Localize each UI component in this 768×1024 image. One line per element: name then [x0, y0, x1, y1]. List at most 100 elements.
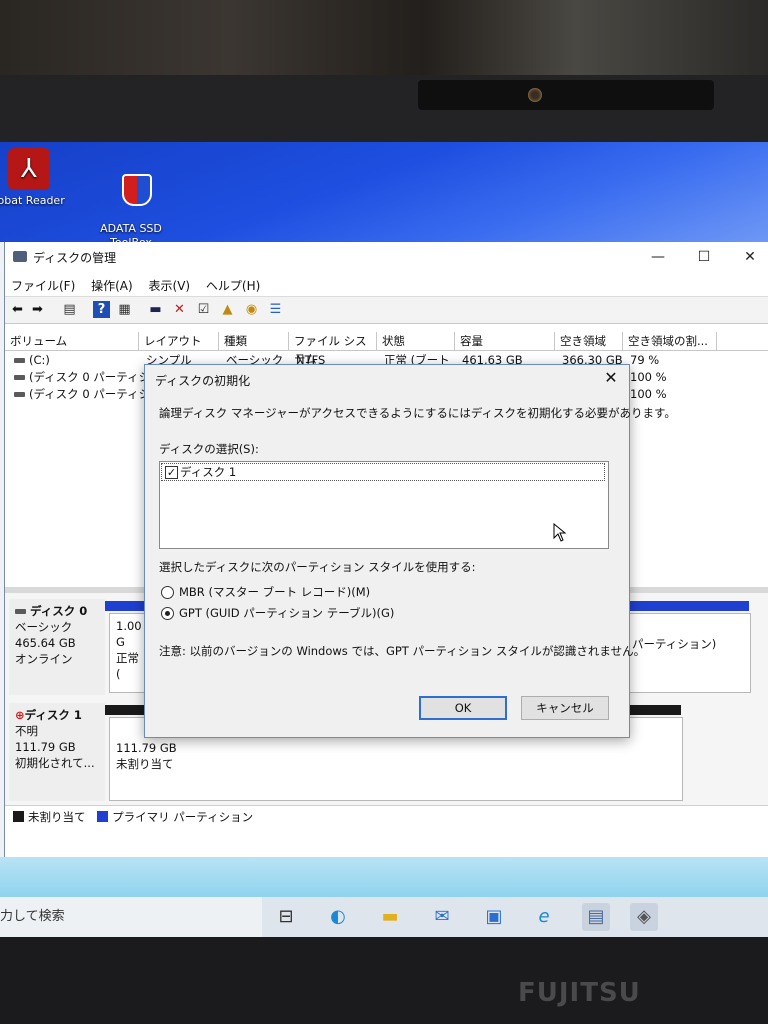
adata-shield-icon	[110, 162, 152, 206]
disk-item-label: ディスク 1	[180, 465, 237, 479]
gpt-option-label[interactable]: GPT (GUID パーティション テーブル)(G)	[179, 605, 394, 621]
window-title: ディスクの管理	[33, 251, 117, 265]
radio-selected-dot	[165, 611, 170, 616]
task-view-icon[interactable]: ⊟	[272, 903, 300, 931]
file-explorer-icon[interactable]: ▬	[376, 903, 404, 931]
mouse-cursor-icon	[553, 523, 567, 542]
volume-name: (ディスク 0 パーティシ...	[29, 387, 144, 401]
partition-size: 111.79 GB	[116, 741, 177, 755]
back-arrow-icon[interactable]: ⬅	[9, 301, 26, 318]
desktop-icon-adata[interactable]: ADATA SSD ToolBox	[86, 148, 176, 250]
taskbar: 力して検索 ⊟ ◐ ▬ ✉ ▣ e ▤ ◈	[0, 897, 768, 937]
column-header-status[interactable]: 状態	[377, 332, 455, 350]
volume-free-pct: 100 %	[630, 370, 667, 384]
list-item[interactable]: ✓ ディスク 1	[161, 463, 605, 481]
legend-swatch	[97, 811, 109, 822]
minimize-button[interactable]: —	[643, 246, 673, 268]
gpt-radio[interactable]	[161, 607, 174, 620]
connect-icon[interactable]: ▬	[147, 301, 164, 318]
taskbar-search[interactable]: 力して検索	[0, 897, 262, 937]
webcam-icon	[528, 88, 542, 102]
mbr-radio[interactable]	[161, 586, 174, 599]
search-folder-icon[interactable]: ◉	[243, 301, 260, 318]
maximize-button[interactable]: ☐	[689, 246, 719, 268]
disk-icon	[15, 609, 26, 614]
disk-0-label[interactable]: ディスク 0 ベーシック 465.64 GB オンライン	[9, 599, 105, 695]
disk-size: 111.79 GB	[15, 740, 76, 754]
initialize-disk-dialog: ディスクの初期化 ✕ 論理ディスク マネージャーがアクセスできるようにするにはデ…	[144, 364, 676, 738]
partition-status: 未割り当て	[116, 757, 174, 771]
legend-unallocated: 未割り当て	[28, 810, 86, 824]
column-header-volume[interactable]: ボリューム	[5, 332, 139, 350]
disk-select-list[interactable]: ✓ ディスク 1	[159, 461, 609, 549]
partition-style-label: 選択したディスクに次のパーティション スタイルを使用する:	[159, 560, 476, 574]
mail-icon[interactable]: ✉	[428, 903, 456, 931]
dialog-intro-text: 論理ディスク マネージャーがアクセスできるようにするにはディスクを初期化する必要…	[159, 406, 676, 420]
menu-bar: ファイル(F) 操作(A) 表示(V) ヘルプ(H)	[5, 272, 768, 297]
help-icon[interactable]: ?	[93, 301, 110, 318]
laptop-bezel-bottom	[0, 937, 768, 1024]
disk-state: オンライン	[15, 652, 73, 666]
partition-bar	[625, 601, 749, 611]
forward-arrow-icon[interactable]: ➡	[29, 301, 46, 318]
properties-icon[interactable]: ▦	[116, 301, 133, 318]
partition-size: 1.00 G	[116, 619, 142, 649]
edge-icon[interactable]: ◐	[324, 903, 352, 931]
column-header-layout[interactable]: レイアウト	[139, 332, 219, 350]
disk-1-label[interactable]: ⊕ディスク 1 不明 111.79 GB 初期化されて...	[9, 703, 105, 801]
up-folder-icon[interactable]: ▲	[219, 301, 236, 318]
menu-view[interactable]: 表示(V)	[143, 272, 197, 294]
column-header-filesystem[interactable]: ファイル システム	[289, 332, 377, 366]
gpt-note-text: 注意: 以前のバージョンの Windows では、GPT パーティション スタイ…	[159, 644, 646, 658]
ok-button[interactable]: OK	[419, 696, 507, 720]
console-tree-icon[interactable]: ▤	[61, 301, 78, 318]
desktop-strip	[0, 857, 768, 897]
desktop-icon-acrobat[interactable]: ⅄ robat Reader	[0, 148, 74, 208]
partition-status: 正常 (	[116, 651, 139, 681]
legend-primary: プライマリ パーティション	[112, 810, 254, 824]
partition-bar	[105, 601, 149, 611]
disk-0-partition[interactable]: 1.00 G 正常 (	[109, 613, 149, 693]
ie-icon[interactable]: e	[530, 903, 558, 931]
disk-select-label: ディスクの選択(S):	[159, 442, 259, 456]
check-document-icon[interactable]: ☑	[195, 301, 212, 318]
disk-state: 初期化されて...	[15, 756, 95, 770]
list-view-icon[interactable]: ☰	[267, 301, 284, 318]
column-header-type[interactable]: 種類	[219, 332, 289, 350]
volume-free-pct: 100 %	[630, 387, 667, 401]
dialog-title: ディスクの初期化	[155, 374, 251, 388]
adata-icon[interactable]: ◈	[630, 903, 658, 931]
background-room	[0, 0, 768, 75]
title-bar[interactable]: ディスクの管理 — ☐ ✕	[5, 242, 768, 272]
volume-name: (ディスク 0 パーティシ...	[29, 370, 144, 384]
cancel-button[interactable]: キャンセル	[521, 696, 609, 720]
column-header-free[interactable]: 空き領域	[555, 332, 623, 350]
disk-management-icon	[13, 251, 27, 262]
disk-name: ディスク 1	[24, 708, 82, 722]
brand-logo: FUJITSU	[518, 978, 641, 1008]
disk-type: ベーシック	[15, 620, 73, 634]
menu-file[interactable]: ファイル(F)	[5, 272, 81, 294]
column-header-capacity[interactable]: 容量	[455, 332, 555, 350]
disk-mgmt-icon[interactable]: ▤	[582, 903, 610, 931]
dialog-close-button[interactable]: ✕	[601, 368, 621, 387]
drive-icon	[14, 375, 25, 380]
column-header-free-pct[interactable]: 空き領域の割...	[623, 332, 717, 350]
volume-name: (C:)	[29, 353, 50, 367]
desktop: ⅄ robat Reader ADATA SSD ToolBox	[0, 142, 768, 249]
close-button[interactable]: ✕	[735, 246, 765, 268]
mbr-option-label[interactable]: MBR (マスター ブート レコード)(M)	[179, 584, 370, 600]
photo-icon[interactable]: ▣	[480, 903, 508, 931]
acrobat-icon: ⅄	[8, 148, 50, 190]
legend: 未割り当て プライマリ パーティション	[5, 805, 768, 828]
screen: ⅄ robat Reader ADATA SSD ToolBox ディスクの管理…	[0, 142, 768, 937]
disk-type: 不明	[15, 724, 38, 738]
volume-free-pct: 79 %	[630, 353, 660, 367]
legend-swatch	[13, 811, 24, 822]
desktop-icon-label: robat Reader	[0, 194, 65, 207]
disk-name: ディスク 0	[30, 604, 88, 618]
menu-action[interactable]: 操作(A)	[85, 272, 139, 294]
disk-checkbox[interactable]: ✓	[165, 466, 178, 479]
delete-icon[interactable]: ✕	[171, 301, 188, 318]
menu-help[interactable]: ヘルプ(H)	[200, 272, 266, 294]
